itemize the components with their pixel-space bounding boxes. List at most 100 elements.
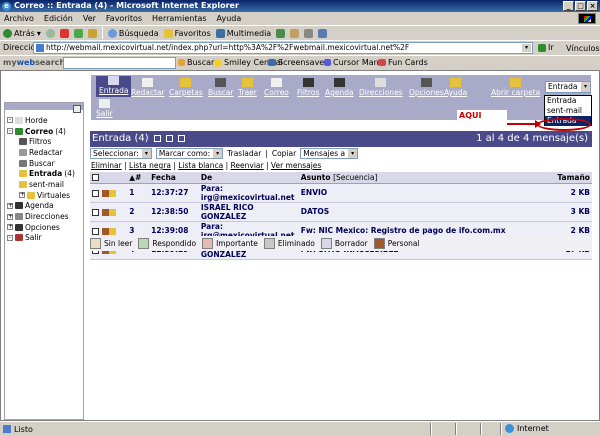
sidebar-item-virtuales[interactable]: + Virtuales bbox=[7, 190, 75, 201]
message-from[interactable]: ISRAEL RICO GONZALEZ bbox=[198, 202, 299, 222]
legend-deleted: Eliminado bbox=[263, 238, 315, 249]
nav-ayuda[interactable]: Ayuda bbox=[444, 78, 467, 97]
history-button[interactable] bbox=[276, 28, 286, 38]
sidebar-item-correo[interactable]: - Correo (4) bbox=[7, 126, 75, 137]
back-button[interactable]: Atrás ▾ bbox=[3, 28, 41, 38]
favorites-button[interactable]: Favoritos bbox=[163, 28, 211, 38]
column-subject[interactable]: Asunto [Secuencia] bbox=[298, 172, 556, 184]
fun-cards-button[interactable]: Fun Cards bbox=[378, 58, 428, 67]
mywebsearch-input[interactable] bbox=[63, 57, 176, 69]
nav-entrada[interactable]: Entrada bbox=[96, 76, 132, 97]
message-subject[interactable]: DATOS bbox=[298, 202, 556, 222]
filter-icon bbox=[19, 138, 27, 146]
address-bar: Dirección http://webmail.mexicovirtual.n… bbox=[0, 40, 600, 54]
move-link[interactable]: Trasladar bbox=[227, 149, 261, 158]
table-row[interactable]: 1 12:37:27 Para: irg@mexicovirtual.net E… bbox=[90, 183, 592, 203]
nav-traer[interactable]: Traer bbox=[238, 78, 257, 97]
message-checkbox[interactable] bbox=[92, 189, 99, 197]
go-button[interactable]: Ir bbox=[538, 43, 554, 52]
print-button[interactable] bbox=[304, 28, 314, 38]
sidebar-item-redactar[interactable]: Redactar bbox=[7, 147, 75, 158]
stop-button[interactable] bbox=[59, 28, 69, 38]
menu-edicion[interactable]: Edición bbox=[44, 14, 73, 23]
menu-archivo[interactable]: Archivo bbox=[4, 14, 34, 23]
sidebar-item-sent-mail[interactable]: sent-mail bbox=[7, 179, 75, 190]
select-all-checkbox[interactable] bbox=[92, 174, 99, 182]
menu-ver[interactable]: Ver bbox=[83, 14, 96, 23]
unread-icon bbox=[90, 238, 101, 249]
mail-button[interactable] bbox=[290, 28, 300, 38]
sidebar-item-agenda[interactable]: + Agenda bbox=[7, 201, 75, 212]
forward-button[interactable] bbox=[45, 28, 55, 38]
delete-link[interactable]: Eliminar bbox=[91, 161, 122, 170]
view-messages-link[interactable]: Ver mensajes bbox=[271, 161, 321, 170]
blacklist-link[interactable]: Lista negra bbox=[129, 161, 171, 170]
star-icon bbox=[163, 28, 173, 38]
edit-button[interactable] bbox=[318, 28, 328, 38]
message-checkbox[interactable] bbox=[92, 208, 99, 216]
sidebar-item-salir[interactable]: - Salir bbox=[7, 233, 75, 244]
nav-redactar[interactable]: Redactar bbox=[131, 78, 165, 97]
unread-mail-icon bbox=[108, 189, 116, 197]
message-checkbox[interactable] bbox=[92, 227, 99, 235]
maximize-button[interactable]: □ bbox=[575, 1, 586, 11]
sidebar-item-entrada[interactable]: Entrada (4) bbox=[7, 168, 75, 179]
column-date[interactable]: Fecha bbox=[149, 172, 199, 184]
page-icon bbox=[36, 44, 44, 52]
column-num[interactable]: ▲# bbox=[127, 172, 150, 184]
screensavers-button[interactable]: Screensavers bbox=[268, 58, 332, 67]
folder-option-sent-mail[interactable]: sent-mail bbox=[545, 106, 591, 116]
nav-abrir-carpeta[interactable]: Abrir carpeta bbox=[491, 78, 540, 97]
search-icon[interactable] bbox=[178, 134, 186, 142]
nav-buscar[interactable]: Buscar bbox=[208, 78, 234, 97]
sidebar-item-opciones[interactable]: + Opciones bbox=[7, 222, 75, 233]
close-button[interactable]: × bbox=[587, 1, 598, 11]
home-button[interactable] bbox=[87, 28, 97, 38]
refresh-icon[interactable] bbox=[153, 134, 161, 142]
multimedia-button[interactable]: Multimedia bbox=[215, 28, 271, 38]
sort-icon[interactable] bbox=[166, 134, 174, 142]
refresh-button[interactable] bbox=[73, 28, 83, 38]
menu-favoritos[interactable]: Favoritos bbox=[106, 14, 142, 23]
sidebar-toggle-icon[interactable] bbox=[73, 105, 81, 113]
message-from[interactable]: Para: irg@mexicovirtual.net bbox=[198, 183, 299, 203]
mark-as-dropdown[interactable]: Marcar como: bbox=[155, 148, 224, 159]
nav-agenda[interactable]: Agenda bbox=[325, 78, 354, 97]
nav-carpetas[interactable]: Carpetas bbox=[169, 78, 203, 97]
select-dropdown[interactable]: Seleccionar: bbox=[90, 148, 152, 159]
contacts-icon bbox=[375, 78, 387, 87]
aqui-annotation: AQUI bbox=[457, 110, 507, 122]
copy-link[interactable]: Copiar bbox=[272, 149, 296, 158]
target-folder-dropdown[interactable]: Mensajes a bbox=[300, 148, 359, 159]
horde-navigation-bar: Entrada Redactar Carpetas Buscar Traer C… bbox=[91, 75, 591, 99]
whitelist-link[interactable]: Lista blanca bbox=[178, 161, 223, 170]
cursor-mania-button[interactable]: Cursor Mania bbox=[324, 58, 386, 67]
mail-icon bbox=[290, 28, 300, 38]
search-button[interactable]: Búsqueda bbox=[107, 28, 159, 38]
inbox-folder-icon bbox=[19, 170, 27, 178]
nav-salir[interactable]: Salir bbox=[96, 99, 113, 118]
forward-link[interactable]: Reenviar bbox=[231, 161, 264, 170]
column-size[interactable]: Tamaño bbox=[555, 172, 592, 184]
minimize-button[interactable]: _ bbox=[563, 1, 574, 11]
column-from[interactable]: De bbox=[198, 172, 299, 184]
address-input[interactable]: http://webmail.mexicovirtual.net/index.p… bbox=[33, 42, 533, 54]
menu-herramientas[interactable]: Herramientas bbox=[152, 14, 207, 23]
folder-select[interactable]: Entrada ▾ bbox=[545, 81, 591, 93]
nav-direcciones[interactable]: Direcciones bbox=[359, 78, 403, 97]
sidebar-item-direcciones[interactable]: + Direcciones bbox=[7, 211, 75, 222]
sidebar-item-buscar[interactable]: Buscar bbox=[7, 158, 75, 169]
table-row[interactable]: 2 12:38:50 ISRAEL RICO GONZALEZ DATOS 3 … bbox=[90, 202, 592, 222]
menu-ayuda[interactable]: Ayuda bbox=[217, 14, 242, 23]
address-dropdown-button[interactable]: ▾ bbox=[522, 44, 531, 52]
compose-icon bbox=[142, 78, 154, 87]
nav-opciones[interactable]: Opciones bbox=[409, 78, 444, 97]
links-button[interactable]: Vínculos bbox=[566, 44, 600, 53]
folder-option-entrada[interactable]: Entrada bbox=[545, 96, 591, 106]
nav-filtros[interactable]: Filtros bbox=[297, 78, 319, 97]
nav-correo[interactable]: Correo bbox=[264, 78, 289, 97]
sidebar-item-filtros[interactable]: Filtros bbox=[7, 136, 75, 147]
legend-important: Importante bbox=[202, 238, 258, 249]
message-subject[interactable]: ENVIO bbox=[298, 183, 556, 203]
sidebar-item-horde[interactable]: - Horde bbox=[7, 115, 75, 126]
